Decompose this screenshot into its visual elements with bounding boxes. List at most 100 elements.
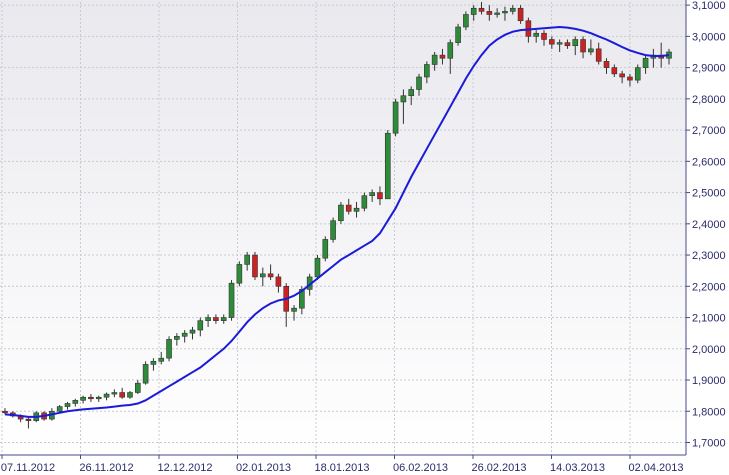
- candle-body: [220, 317, 227, 321]
- candle-body: [64, 403, 71, 407]
- y-tick-label: 3,0000: [692, 31, 726, 43]
- candle-body: [322, 239, 329, 259]
- candle-body: [509, 7, 516, 12]
- candle-body: [111, 392, 118, 395]
- candle-body: [478, 7, 485, 12]
- candle-body: [236, 264, 243, 284]
- candle-body: [361, 195, 368, 209]
- candle-body: [603, 61, 610, 68]
- y-tick-label: 2,4000: [692, 219, 726, 231]
- candle-body: [533, 32, 540, 37]
- y-tick-label: 2,3000: [692, 250, 726, 262]
- candle-body: [135, 382, 141, 393]
- candle-body: [95, 396, 102, 400]
- y-tick-label: 2,1000: [692, 313, 726, 325]
- candle-body: [564, 42, 571, 47]
- candle-body: [595, 48, 602, 62]
- x-tick-label: 02.04.2013: [628, 462, 683, 474]
- candle: [330, 217, 336, 243]
- x-tick-label: 07.11.2012: [1, 462, 55, 474]
- candle-body: [267, 273, 274, 278]
- candle-body: [181, 332, 188, 337]
- candle-body: [213, 317, 219, 321]
- candle-body: [103, 393, 110, 398]
- candle-body: [424, 64, 430, 78]
- candle-body: [549, 39, 555, 45]
- candle-body: [275, 276, 282, 287]
- y-tick-label: 2,5000: [692, 188, 726, 200]
- plot-area: [0, 0, 686, 455]
- candle: [228, 280, 235, 321]
- candle-body: [2, 410, 8, 414]
- candle-body: [228, 282, 235, 318]
- candle-body: [431, 54, 438, 65]
- candle-body: [338, 204, 344, 221]
- chart-svg: 1,7000 1,8000 1,9000 2,0000 2,1000 2,2000 2,30…: [0, 0, 729, 475]
- y-tick-label: 2,8000: [692, 94, 726, 106]
- y-tick-label: 2,7000: [692, 125, 726, 137]
- candle-body: [314, 257, 321, 278]
- candle-body: [384, 132, 391, 200]
- candle-body: [259, 273, 266, 278]
- y-tick-label: 1,8000: [692, 406, 726, 418]
- candle-body: [541, 32, 547, 40]
- x-tick-label: 26.11.2012: [79, 462, 133, 474]
- candle-body: [392, 101, 399, 134]
- candle-body: [572, 39, 579, 47]
- candle-body: [369, 192, 375, 196]
- candle-body: [142, 364, 149, 384]
- candle-body: [174, 335, 180, 340]
- candle-body: [439, 54, 446, 59]
- candle-body: [119, 392, 125, 398]
- candle: [166, 336, 172, 362]
- candle-body: [189, 329, 196, 334]
- candlestick-chart: 1,7000 1,8000 1,9000 2,0000 2,1000 2,2000 2,30…: [0, 0, 729, 475]
- candle: [252, 251, 258, 281]
- candle-body: [588, 48, 594, 53]
- candle-body: [619, 73, 625, 78]
- candle-body: [447, 42, 454, 59]
- candle: [392, 98, 399, 137]
- candle-body: [634, 67, 641, 81]
- candle-body: [25, 418, 32, 421]
- candle-body: [158, 357, 165, 362]
- candle-body: [377, 192, 383, 200]
- plot-background: [0, 0, 686, 455]
- candle-body: [88, 396, 94, 400]
- candle-body: [330, 220, 336, 240]
- candle-body: [494, 12, 500, 15]
- candle-body: [166, 339, 172, 359]
- candle-body: [72, 400, 79, 404]
- candle-body: [197, 320, 204, 331]
- candle-body: [580, 39, 586, 53]
- y-tick-label: 1,7000: [692, 438, 726, 450]
- candle-body: [127, 392, 133, 398]
- candle-body: [244, 254, 250, 265]
- candle-body: [205, 317, 211, 321]
- y-tick-label: 2,9000: [692, 63, 726, 75]
- candle-body: [416, 76, 422, 90]
- candle: [455, 23, 461, 46]
- candle-body: [291, 307, 297, 312]
- candle-body: [486, 11, 493, 15]
- candle-body: [80, 396, 86, 401]
- candle: [338, 201, 344, 224]
- candle: [384, 130, 391, 200]
- x-tick-label: 18.01.2013: [314, 462, 369, 474]
- candle-body: [463, 14, 469, 28]
- candle-body: [345, 204, 352, 212]
- candle-body: [642, 57, 649, 68]
- candle-body: [502, 11, 508, 14]
- candle: [322, 236, 329, 262]
- candle-body: [408, 89, 415, 97]
- y-tick-label: 1,9000: [692, 375, 726, 387]
- candle-body: [252, 254, 258, 278]
- x-tick-label: 02.01.2013: [236, 462, 291, 474]
- x-tick-label: 14.03.2013: [550, 462, 605, 474]
- candle: [142, 361, 149, 385]
- candle-body: [150, 360, 157, 365]
- y-tick-label: 2,0000: [692, 344, 726, 356]
- y-tick-label: 3,1000: [692, 0, 726, 12]
- x-tick-label: 12.12.2012: [157, 462, 212, 474]
- candle-body: [517, 7, 524, 22]
